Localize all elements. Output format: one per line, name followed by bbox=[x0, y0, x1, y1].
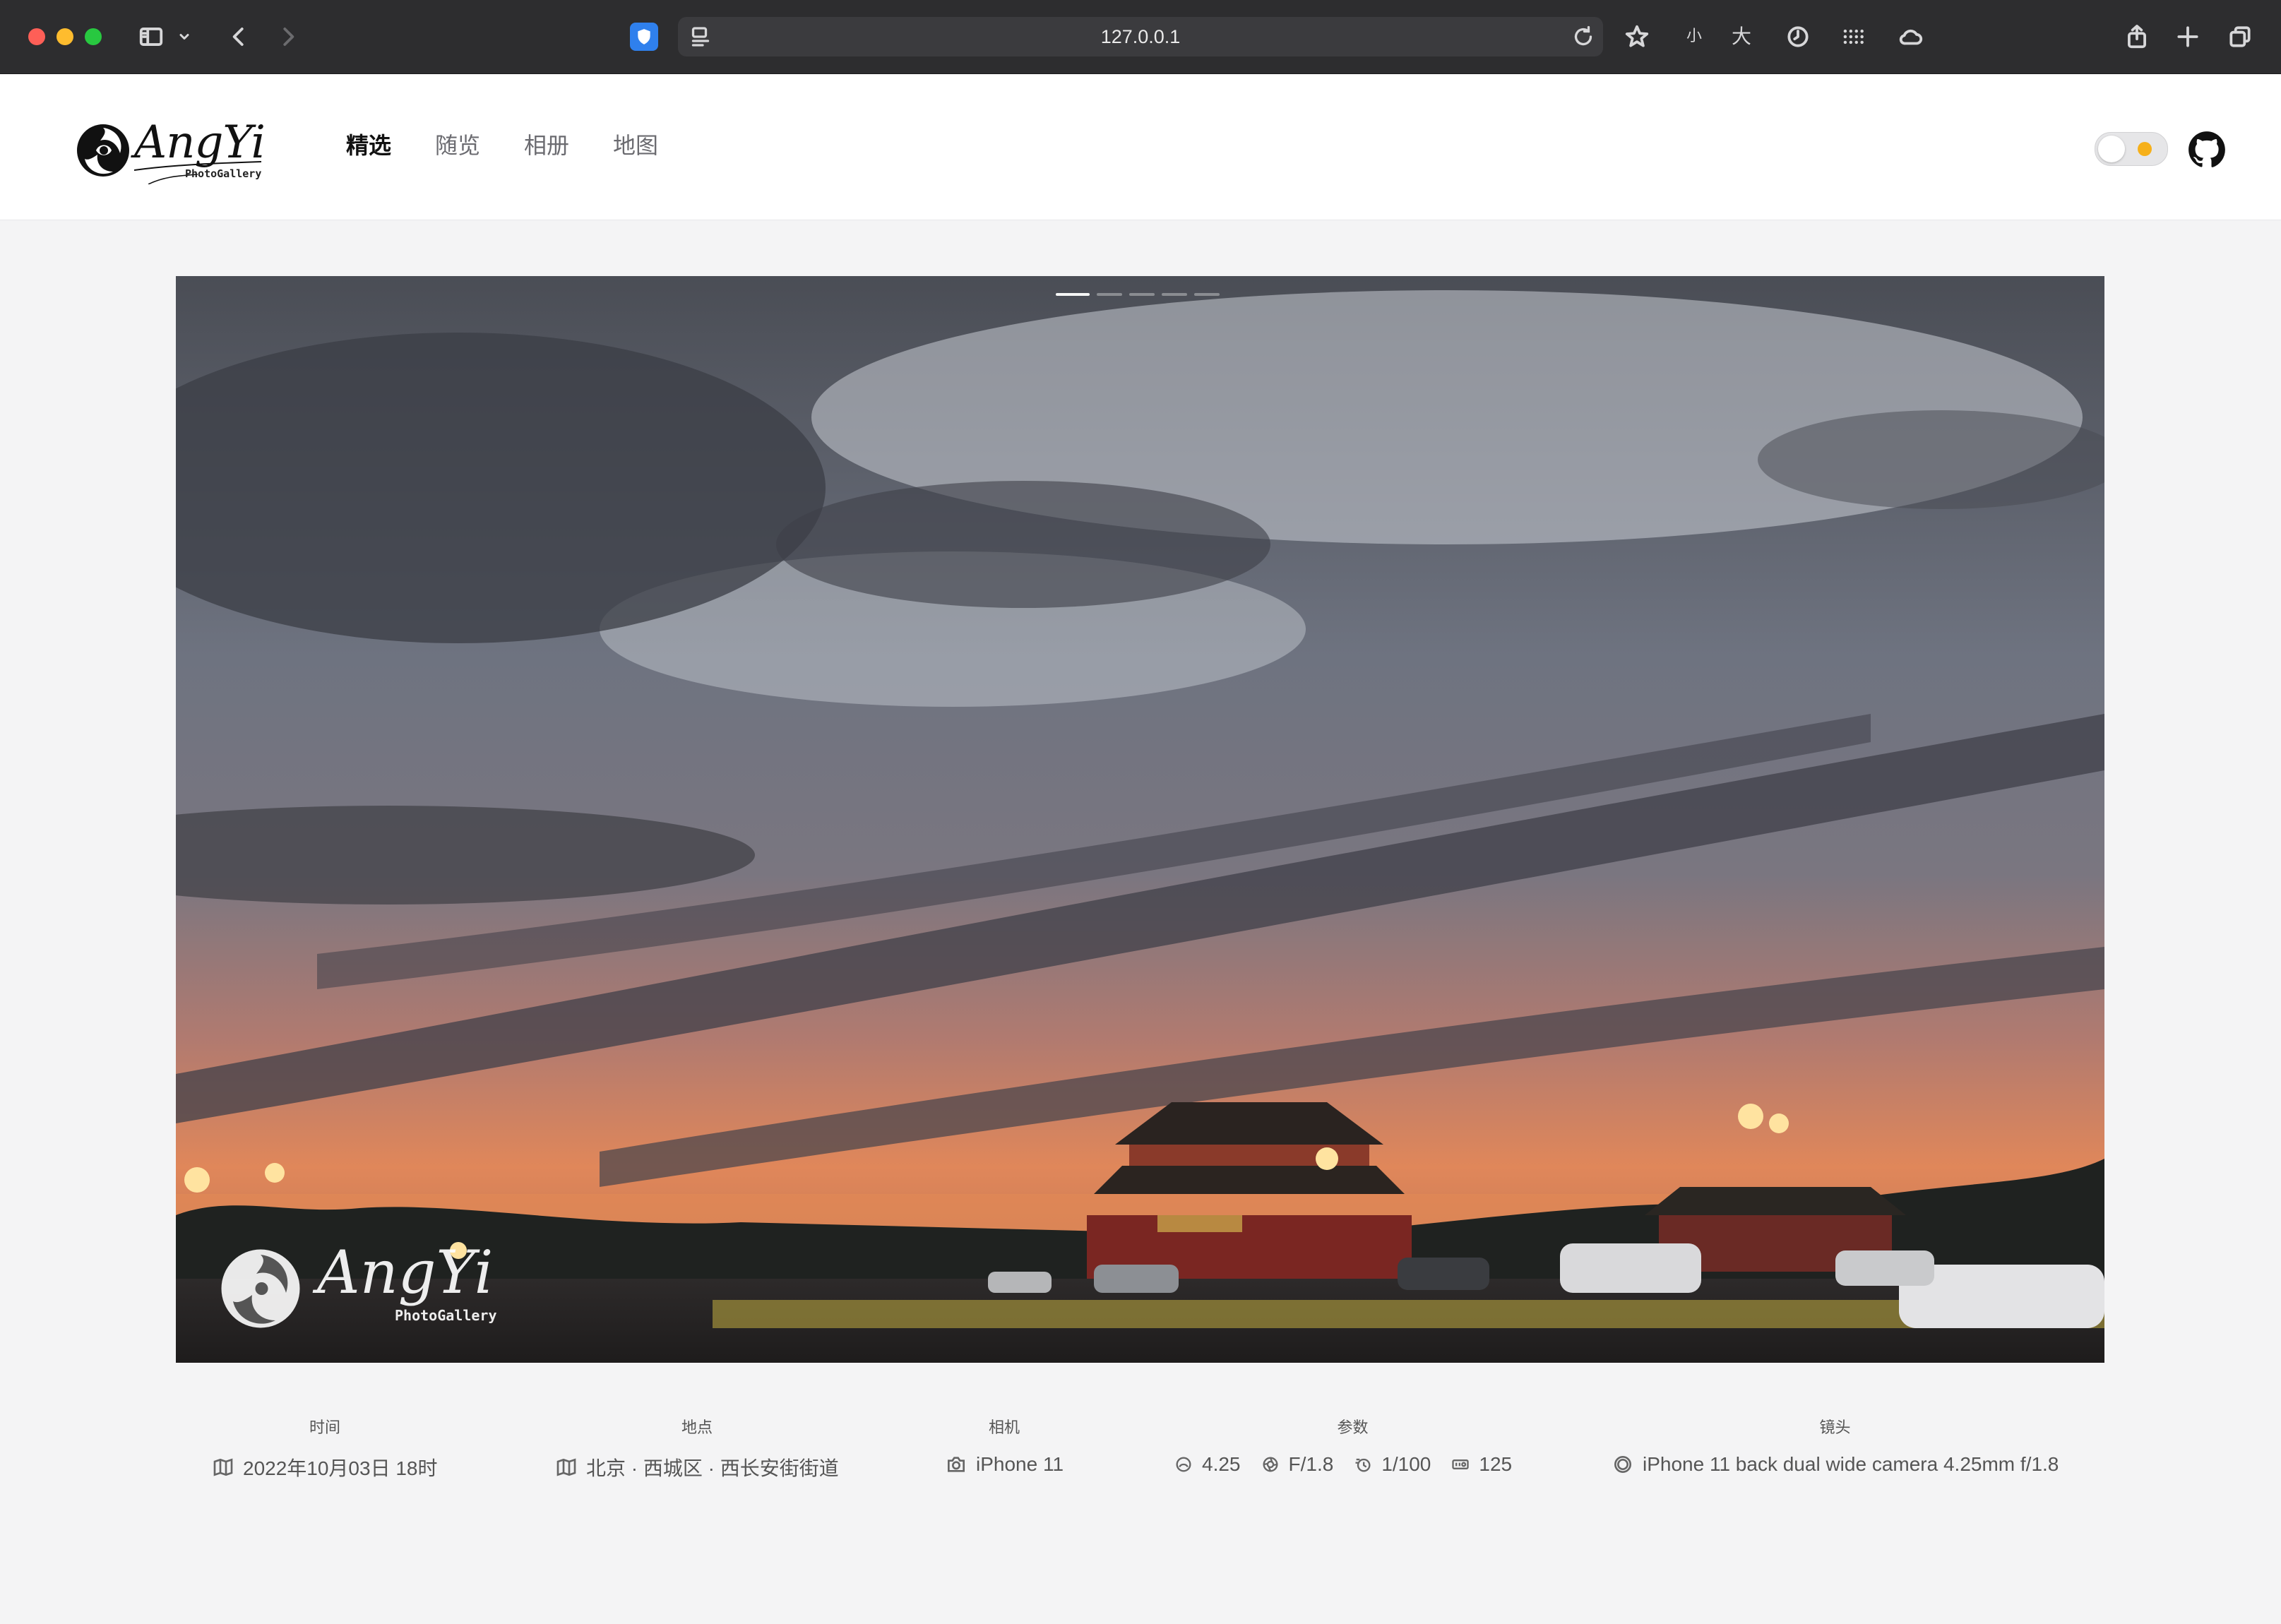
map-icon bbox=[556, 1458, 576, 1476]
toggle-knob bbox=[2098, 136, 2125, 162]
tab-overview-icon[interactable] bbox=[2222, 18, 2258, 55]
meta-camera-label: 相机 bbox=[988, 1419, 1020, 1436]
meta-camera: 相机 iPhone 11 bbox=[945, 1415, 1064, 1476]
sun-icon bbox=[2138, 142, 2152, 156]
theme-toggle[interactable] bbox=[2095, 132, 2168, 166]
meta-shutter: 1/100 bbox=[1381, 1453, 1431, 1475]
meta-time-label: 时间 bbox=[309, 1419, 340, 1436]
meta-time-value: 2022年10月03日 18时 bbox=[243, 1457, 438, 1479]
share-icon[interactable] bbox=[2119, 18, 2155, 55]
meta-lens-value: iPhone 11 back dual wide camera 4.25mm f… bbox=[1643, 1453, 2059, 1475]
history-clock-icon[interactable] bbox=[1780, 18, 1816, 55]
featured-photo bbox=[176, 276, 2104, 1363]
camera-icon bbox=[948, 1457, 965, 1472]
main-nav: 精选 随览 相册 地图 bbox=[346, 128, 702, 160]
carousel-dot-5[interactable] bbox=[1194, 293, 1220, 296]
browser-toolbar: 127.0.0.1 小 大 bbox=[0, 0, 2281, 74]
map-icon bbox=[213, 1458, 233, 1476]
meta-camera-value: iPhone 11 bbox=[976, 1453, 1064, 1475]
meta-focal-length: 4.25 bbox=[1202, 1453, 1241, 1475]
meta-params: 参数 4.25 F/1.8 1/100 125 bbox=[1174, 1415, 1532, 1476]
carousel-dot-1[interactable] bbox=[1056, 293, 1090, 296]
shutter-icon bbox=[1355, 1458, 1371, 1472]
nav-featured[interactable]: 精选 bbox=[346, 128, 391, 160]
chevron-down-icon[interactable] bbox=[174, 18, 195, 55]
nav-albums[interactable]: 相册 bbox=[524, 128, 569, 160]
cloud-icon[interactable] bbox=[1893, 18, 1929, 55]
grid-apps-icon[interactable] bbox=[1835, 18, 1871, 55]
reload-icon[interactable] bbox=[1571, 24, 1596, 49]
featured-carousel[interactable]: AngYi PhotoGallery bbox=[176, 276, 2104, 1363]
carousel-indicators bbox=[1056, 293, 1227, 296]
meta-iso: 125 bbox=[1479, 1453, 1513, 1475]
nav-map[interactable]: 地图 bbox=[613, 128, 658, 160]
address-bar[interactable]: 127.0.0.1 bbox=[678, 17, 1603, 56]
github-icon[interactable] bbox=[2188, 131, 2226, 169]
carousel-dot-2[interactable] bbox=[1097, 293, 1122, 296]
aperture-icon bbox=[1263, 1457, 1278, 1472]
url-text[interactable]: 127.0.0.1 bbox=[678, 17, 1603, 56]
back-icon[interactable] bbox=[220, 18, 257, 55]
close-window-button[interactable] bbox=[28, 28, 45, 45]
font-smaller-button[interactable]: 小 bbox=[1686, 21, 1702, 52]
carousel-dot-4[interactable] bbox=[1162, 293, 1187, 296]
nav-browse[interactable]: 随览 bbox=[435, 128, 480, 160]
site-header: AngYi PhotoGallery 精选 随览 相册 地图 bbox=[0, 74, 2281, 220]
iso-icon bbox=[1452, 1459, 1470, 1469]
forward-icon[interactable] bbox=[270, 18, 306, 55]
sidebar-toggle-icon[interactable] bbox=[133, 18, 169, 55]
logo-swirl-icon bbox=[77, 124, 129, 177]
watermark-subtitle: PhotoGallery bbox=[395, 1307, 497, 1324]
meta-aperture: F/1.8 bbox=[1288, 1453, 1334, 1475]
new-tab-plus-icon[interactable] bbox=[2169, 18, 2206, 55]
password-extension-icon[interactable] bbox=[630, 23, 658, 51]
minimize-window-button[interactable] bbox=[56, 28, 73, 45]
meta-params-label: 参数 bbox=[1337, 1419, 1369, 1436]
watermark-swirl-icon bbox=[221, 1249, 300, 1328]
bookmark-star-icon[interactable] bbox=[1619, 18, 1655, 55]
meta-time: 时间 2022年10月03日 18时 bbox=[212, 1415, 438, 1481]
lens-icon bbox=[1614, 1456, 1631, 1473]
photo-watermark: AngYi PhotoGallery bbox=[218, 1236, 515, 1335]
meta-lens-label: 镜头 bbox=[1819, 1419, 1851, 1436]
font-larger-button[interactable]: 大 bbox=[1732, 21, 1751, 52]
logo-subtitle: PhotoGallery bbox=[185, 167, 262, 180]
meta-location-value: 北京 · 西城区 · 西长安街街道 bbox=[586, 1457, 839, 1479]
focal-length-icon bbox=[1176, 1457, 1191, 1472]
meta-location: 地点 北京 · 西城区 · 西长安街街道 bbox=[555, 1415, 839, 1481]
watermark-text: AngYi bbox=[317, 1238, 494, 1307]
meta-lens: 镜头 iPhone 11 back dual wide camera 4.25m… bbox=[1612, 1415, 2059, 1476]
site-logo[interactable]: AngYi PhotoGallery bbox=[75, 117, 266, 187]
zoom-window-button[interactable] bbox=[85, 28, 102, 45]
meta-location-label: 地点 bbox=[681, 1419, 713, 1436]
carousel-dot-3[interactable] bbox=[1129, 293, 1155, 296]
